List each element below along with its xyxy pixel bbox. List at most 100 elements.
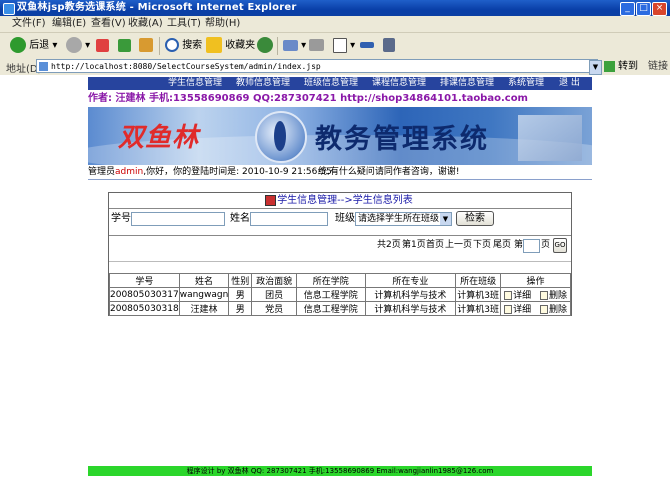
cell-student-no: 200805030317 [109, 287, 180, 302]
table-header-row: 学号 姓名 性别 政治面貌 所在学院 所在专业 所在班级 操作 [109, 273, 571, 288]
pager-jump-suffix: 页 [541, 240, 551, 250]
delete-icon [539, 291, 548, 300]
stop-button[interactable] [96, 36, 109, 56]
back-button[interactable]: 后退 ▾ [10, 36, 57, 56]
cell-class: 计算机3班 [455, 301, 502, 316]
mail-button[interactable]: ▾ [283, 36, 306, 56]
minimize-button[interactable]: _ [620, 2, 635, 16]
cell-class: 计算机3班 [455, 287, 502, 302]
maximize-button[interactable]: □ [636, 2, 651, 16]
name-input[interactable] [250, 212, 328, 226]
nav-teacher-info[interactable]: 教师信息管理 [236, 77, 290, 90]
nav-course-info[interactable]: 课程信息管理 [372, 77, 426, 90]
col-student-no: 学号 [109, 273, 180, 288]
messenger-icon [383, 38, 395, 52]
student-table: 学号 姓名 性别 政治面貌 所在学院 所在专业 所在班级 操作 20080503… [109, 273, 571, 316]
pager-prev[interactable]: 上一页 [445, 239, 472, 252]
pager-next[interactable]: 下页 [473, 239, 491, 252]
word-icon [333, 37, 347, 53]
pager-first[interactable]: 首页 [426, 239, 444, 252]
nav-system-admin[interactable]: 系统管理 [508, 77, 544, 90]
menu-view[interactable]: 查看(V) [91, 17, 126, 31]
forward-button[interactable]: ▾ [66, 36, 90, 56]
col-class: 所在班级 [455, 273, 502, 288]
links-button[interactable]: 链接 [648, 59, 668, 74]
pager-go-button[interactable]: GO [553, 238, 567, 253]
nav-student-info[interactable]: 学生信息管理 [168, 77, 222, 90]
author-line: 作者: 汪建林 手机:13558690869 QQ:287307421 http… [88, 90, 592, 107]
detail-icon [504, 305, 513, 314]
window-titlebar: 双鱼林jsp教务选课系统 - Microsoft Internet Explor… [0, 0, 670, 16]
chevron-down-icon: ▼ [440, 213, 451, 225]
menu-bar: 文件(F) 编辑(E) 查看(V) 收藏(A) 工具(T) 帮助(H) [0, 16, 670, 33]
search-icon [165, 38, 179, 52]
flag-icon [265, 194, 277, 206]
refresh-button[interactable] [118, 36, 131, 56]
menu-edit[interactable]: 编辑(E) [52, 17, 86, 31]
go-button[interactable]: 转到 [604, 59, 638, 74]
delete-link[interactable]: 删除 [539, 302, 567, 315]
banner-logo-text: 双鱼林 [118, 123, 200, 153]
menu-help[interactable]: 帮助(H) [205, 17, 240, 31]
admin-username: admin [115, 167, 144, 177]
cell-student-no: 200805030318 [109, 301, 180, 316]
col-major: 所在专业 [364, 273, 457, 288]
cell-gender: 男 [228, 287, 253, 302]
col-actions: 操作 [500, 273, 571, 288]
cell-actions: 详细 删除 [500, 301, 571, 316]
student-no-input[interactable] [131, 212, 225, 226]
discuss-icon [360, 42, 374, 48]
detail-link[interactable]: 详细 [504, 302, 531, 315]
address-input[interactable]: http://localhost:8080/SelectCourseSystem… [36, 59, 598, 73]
class-select[interactable]: 请选择学生所在班级 ▼ [355, 212, 452, 226]
window-title: 双鱼林jsp教务选课系统 - Microsoft Internet Explor… [17, 2, 297, 13]
nav-class-info[interactable]: 班级信息管理 [304, 77, 358, 90]
address-bar: 地址(D) http://localhost:8080/SelectCourse… [0, 58, 670, 76]
col-political: 政治面貌 [251, 273, 297, 288]
pager-current: 第1页 [402, 240, 426, 250]
pager-last[interactable]: 尾页 [493, 239, 511, 252]
cell-gender: 男 [228, 301, 253, 316]
page-content: 学生信息管理 教师信息管理 班级信息管理 课程信息管理 排课信息管理 系统管理 … [0, 75, 670, 478]
pager-page-input[interactable] [523, 239, 540, 253]
detail-link[interactable]: 详细 [504, 288, 531, 301]
mail-icon [283, 39, 298, 51]
col-gender: 性别 [228, 273, 253, 288]
media-icon [257, 37, 273, 53]
discuss-button[interactable] [360, 36, 374, 56]
login-status: 管理员admin,你好，你的登陆时间是: 2010-10-9 21:56:55 … [88, 165, 592, 180]
search-button[interactable]: 搜索 [165, 36, 202, 56]
menu-favorites[interactable]: 收藏(A) [128, 17, 163, 31]
status-note: 统,有什么疑问请同作者咨询，谢谢! [318, 167, 460, 177]
table-row: 200805030318 汪建林 男 党员 信息工程学院 计算机科学与技术 计算… [109, 301, 571, 316]
star-icon [206, 37, 222, 53]
edit-button[interactable]: ▾ [333, 36, 355, 56]
nav-schedule-info[interactable]: 排课信息管理 [440, 77, 494, 90]
panel-title: 学生信息管理-->学生信息列表 [109, 194, 569, 208]
pager-jump-prefix: 第 [514, 240, 524, 250]
cell-college: 信息工程学院 [295, 287, 366, 302]
footer: 程序设计 by 双鱼林 QQ: 287307421 手机:13558690869… [88, 466, 592, 476]
detail-icon [504, 291, 513, 300]
delete-icon [539, 305, 548, 314]
search-submit-button[interactable]: 检索 [456, 211, 494, 226]
favorites-button[interactable]: 收藏夹 [206, 36, 255, 56]
banner-puzzle-graphic [518, 115, 582, 161]
refresh-icon [118, 38, 131, 52]
home-button[interactable] [139, 36, 153, 56]
media-button[interactable] [257, 36, 273, 56]
menu-file[interactable]: 文件(F) [12, 17, 46, 31]
table-row: 200805030317 wangwagn 男 团员 信息工程学院 计算机科学与… [109, 287, 571, 302]
page-icon [39, 62, 48, 71]
close-button[interactable]: × [652, 2, 667, 16]
menu-tools[interactable]: 工具(T) [167, 17, 201, 31]
delete-link[interactable]: 删除 [539, 288, 567, 301]
toolbar: 后退 ▾ ▾ 搜索 收藏夹 ▾ ▾ [0, 33, 670, 59]
nav-logout[interactable]: 退 出 [559, 77, 580, 90]
pager-total: 共2页 [377, 240, 401, 250]
messenger-button[interactable] [383, 36, 395, 56]
address-dropdown-icon[interactable]: ▼ [589, 60, 602, 75]
cell-college: 信息工程学院 [295, 301, 366, 316]
print-button[interactable] [309, 36, 324, 56]
student-list-panel: 学生信息管理-->学生信息列表 学号: 姓名: 班级: 请选择学生所在班级 ▼ 检… [108, 192, 572, 316]
